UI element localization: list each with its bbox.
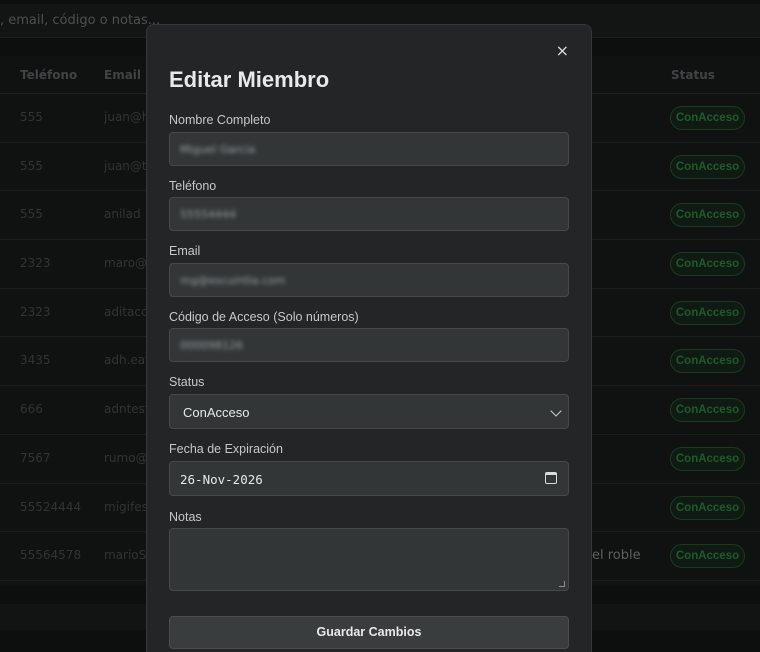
edit-member-modal: × Editar Miembro Nombre Completo Miguel …	[146, 24, 592, 652]
header-email: Email	[104, 68, 142, 82]
expiry-date-field[interactable]: 26-Nov-2026	[169, 461, 569, 496]
header-status: Status	[671, 68, 715, 82]
calendar-icon[interactable]	[545, 472, 557, 484]
row-email: anilad	[104, 207, 141, 222]
status-badge: ConAcceso	[670, 349, 745, 374]
row-email: migifes	[104, 499, 148, 514]
row-phone: 55564578	[20, 548, 82, 563]
status-badge: ConAcceso	[670, 203, 745, 228]
phone-label: Teléfono	[169, 179, 217, 193]
save-button[interactable]: Guardar Cambios	[169, 616, 569, 649]
row-phone: 555	[20, 158, 43, 173]
row-email: aditacc	[104, 304, 148, 319]
row-email: maro@	[104, 256, 148, 271]
header-phone: Teléfono	[20, 68, 78, 82]
email-label: Email	[169, 244, 201, 258]
row-email: juan@h	[104, 110, 150, 124]
status-badge: ConAcceso	[670, 300, 745, 325]
status-badge: ConAcceso	[670, 154, 745, 179]
resize-handle-icon[interactable]	[559, 581, 565, 587]
status-badge: ConAcceso	[670, 106, 745, 130]
status-badge: ConAcceso	[670, 446, 745, 471]
status-badge: ConAcceso	[670, 544, 745, 569]
chevron-down-icon	[550, 405, 562, 417]
row-phone: 7567	[20, 450, 51, 465]
row-email: rumo@	[104, 450, 148, 465]
row-phone: 3435	[20, 353, 51, 368]
status-badge: ConAcceso	[670, 252, 745, 277]
row-email: adntest	[104, 402, 150, 417]
row-note: el roble	[592, 548, 641, 564]
close-icon[interactable]: ×	[556, 41, 569, 60]
modal-title: Editar Miembro	[169, 67, 330, 92]
row-phone: 555	[20, 110, 43, 124]
access-code-field[interactable]: 000098126	[169, 328, 569, 362]
row-email: adh.eat	[104, 353, 150, 368]
expiry-label: Fecha de Expiración	[169, 442, 283, 456]
code-value: 000098126	[180, 339, 243, 352]
row-phone: 2323	[20, 256, 51, 271]
status-select[interactable]: ConAcceso	[169, 394, 569, 429]
name-label: Nombre Completo	[169, 113, 271, 127]
row-phone: 55524444	[20, 499, 82, 514]
email-field[interactable]: mg@escuintla.com	[169, 263, 569, 297]
phone-value: 55554444	[180, 208, 236, 221]
row-phone: 2323	[20, 304, 51, 319]
phone-field[interactable]: 55554444	[169, 197, 569, 231]
expiry-value: 26-Nov-2026	[180, 472, 263, 487]
code-label: Código de Acceso (Solo números)	[169, 310, 359, 324]
status-value: ConAcceso	[183, 405, 250, 420]
row-phone: 666	[20, 402, 43, 417]
name-field[interactable]: Miguel Garcia	[169, 132, 569, 166]
row-phone: 555	[20, 207, 43, 222]
name-value: Miguel Garcia	[180, 143, 256, 156]
status-badge: ConAcceso	[670, 398, 745, 423]
notes-textarea[interactable]	[169, 528, 569, 591]
row-email: juan@t	[104, 158, 147, 173]
email-value: mg@escuintla.com	[180, 274, 286, 287]
status-badge: ConAcceso	[670, 495, 745, 520]
status-label: Status	[169, 375, 205, 389]
notes-label: Notas	[169, 510, 202, 524]
